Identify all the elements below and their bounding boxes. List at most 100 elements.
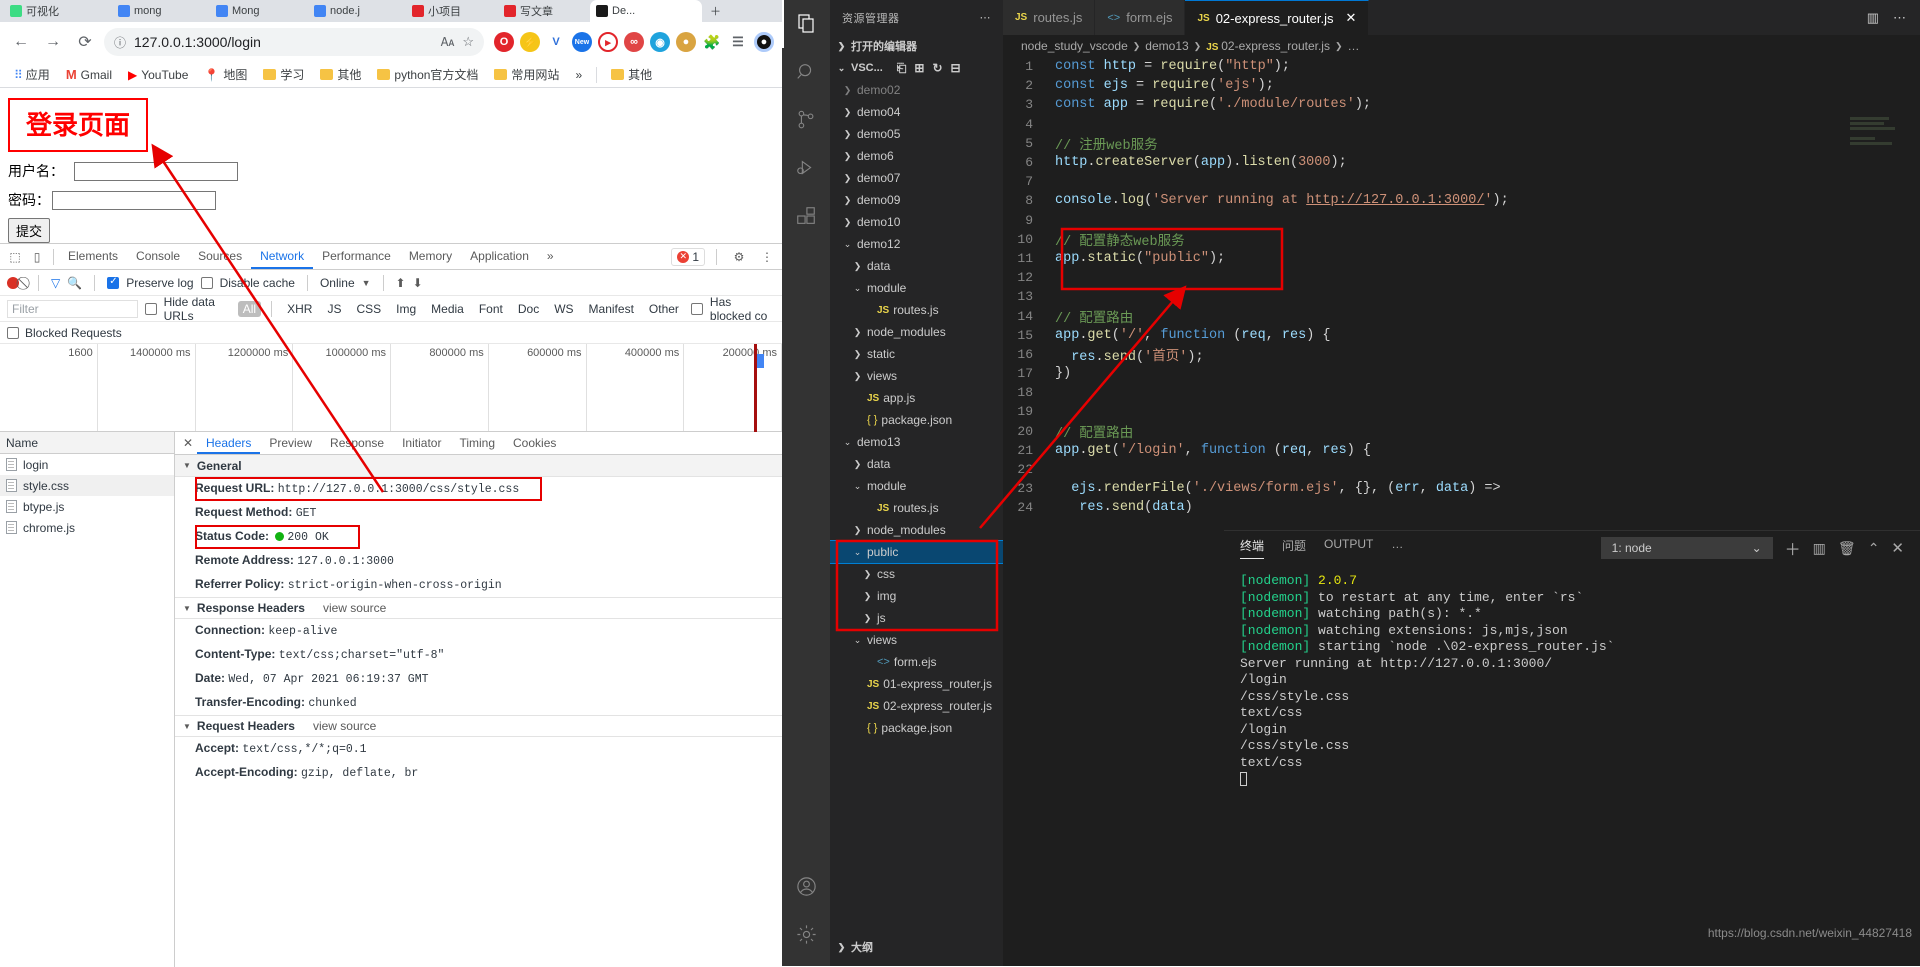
filter-type-xhr[interactable]: XHR xyxy=(282,301,317,317)
tree-folder[interactable]: ❯ data xyxy=(830,453,1003,475)
translate-icon[interactable]: 🗛 xyxy=(441,35,455,50)
tree-file[interactable]: <> form.ejs xyxy=(830,651,1003,673)
terminal-output[interactable]: [nodemon] 2.0.7 [nodemon] to restart at a… xyxy=(1224,565,1920,788)
password-input[interactable] xyxy=(52,190,216,210)
devtools-tab[interactable]: Application xyxy=(461,244,538,269)
breadcrumb-item[interactable]: demo13 xyxy=(1145,39,1188,53)
tree-folder[interactable]: ❯ js xyxy=(830,607,1003,629)
browser-tab[interactable]: 小项目 xyxy=(406,0,502,22)
blocked-requests-checkbox[interactable] xyxy=(7,326,19,339)
detail-tab[interactable]: Initiator xyxy=(393,432,450,454)
breadcrumb-item[interactable]: JS 02-express_router.js xyxy=(1206,39,1330,53)
tree-folder[interactable]: ⌄ demo13 xyxy=(830,431,1003,453)
close-icon[interactable]: ✕ xyxy=(1891,539,1904,557)
inspect-element-icon[interactable]: ⬚ xyxy=(4,246,26,268)
devtools-tab[interactable]: Memory xyxy=(400,244,461,269)
bookmark-item[interactable]: 学习 xyxy=(257,64,310,85)
account-icon[interactable] xyxy=(782,862,830,910)
detail-tab[interactable]: Timing xyxy=(450,432,504,454)
tree-file[interactable]: { } package.json xyxy=(830,717,1003,739)
new-tab-button[interactable]: ＋ xyxy=(704,0,730,22)
panel-tab[interactable]: … xyxy=(1391,537,1403,559)
view-source-link[interactable]: view source xyxy=(323,601,386,615)
code-editor[interactable]: 1 const http = require("http"); 2 const ejs… xyxy=(1003,57,1920,530)
editor-tab[interactable]: <> form.ejs xyxy=(1095,0,1186,35)
filter-type-other[interactable]: Other xyxy=(644,301,684,317)
filter-type-media[interactable]: Media xyxy=(426,301,469,317)
throttling-select[interactable]: Online xyxy=(320,276,355,290)
new-badge-icon[interactable]: New xyxy=(572,32,592,52)
tree-folder[interactable]: ❯ demo6 xyxy=(830,145,1003,167)
bookmark-item[interactable]: M Gmail xyxy=(60,65,118,84)
info-circle-icon[interactable]: ⓘ xyxy=(114,34,126,51)
files-icon[interactable] xyxy=(782,0,830,48)
tree-folder[interactable]: ❯ demo10 xyxy=(830,211,1003,233)
panel-tab[interactable]: 终端 xyxy=(1240,537,1265,559)
flash-icon[interactable]: ⚡ xyxy=(520,32,540,52)
tree-folder[interactable]: ⌄ module xyxy=(830,475,1003,497)
settings-gear-icon[interactable] xyxy=(782,910,830,958)
error-badge[interactable]: ✕ 1 xyxy=(671,247,705,266)
tree-file[interactable]: JS app.js xyxy=(830,387,1003,409)
preserve-log-checkbox[interactable] xyxy=(107,276,120,289)
circle-icon[interactable]: ▸ xyxy=(598,32,618,52)
infinity-icon[interactable]: ∞ xyxy=(624,32,644,52)
back-arrow-icon[interactable]: ← xyxy=(8,29,34,55)
devtools-tab[interactable]: Performance xyxy=(313,244,400,269)
detail-tab[interactable]: Preview xyxy=(260,432,321,454)
tree-folder[interactable]: ❯ demo02 xyxy=(830,79,1003,101)
cookie-icon[interactable]: ● xyxy=(676,32,696,52)
collapse-all-icon[interactable]: ⊟ xyxy=(951,61,961,76)
devtools-tab[interactable]: Elements xyxy=(59,244,127,269)
response-headers-header[interactable]: ▼ Response Headers view source xyxy=(175,597,782,619)
hide-data-urls-checkbox[interactable] xyxy=(144,302,157,315)
reload-icon[interactable]: ⟳ xyxy=(72,29,98,55)
request-row[interactable]: btype.js xyxy=(0,496,174,517)
chevron-up-icon[interactable]: ⌃ xyxy=(1868,540,1880,557)
breadcrumb-item[interactable]: node_study_vscode xyxy=(1021,39,1128,53)
filter-type-manifest[interactable]: Manifest xyxy=(584,301,639,317)
new-file-icon[interactable]: ⎗ xyxy=(897,61,907,76)
tree-file[interactable]: { } package.json xyxy=(830,409,1003,431)
ellipsis-icon[interactable]: ⋯ xyxy=(980,11,992,24)
tree-folder[interactable]: ❯ node_modules xyxy=(830,519,1003,541)
browser-tab[interactable]: 写文章 xyxy=(498,0,594,22)
breadcrumb-item[interactable]: … xyxy=(1348,39,1360,53)
run-debug-icon[interactable] xyxy=(782,144,830,192)
search-icon[interactable]: 🔍 xyxy=(67,276,82,290)
bookmark-item[interactable]: 常用网站 xyxy=(488,64,565,85)
tree-file[interactable]: JS routes.js xyxy=(830,497,1003,519)
panel-tab[interactable]: 问题 xyxy=(1282,537,1306,559)
browser-tab[interactable]: De... xyxy=(590,0,702,22)
filter-type-ws[interactable]: WS xyxy=(549,301,578,317)
devtools-tab[interactable]: » xyxy=(538,244,563,269)
editor-tab[interactable]: JS routes.js xyxy=(1003,0,1096,35)
refresh-icon[interactable]: ↻ xyxy=(932,61,942,76)
filter-type-doc[interactable]: Doc xyxy=(513,301,544,317)
request-headers-header[interactable]: ▼ Request Headers view source xyxy=(175,715,782,737)
tree-folder[interactable]: ❯ demo09 xyxy=(830,189,1003,211)
filter-type-js[interactable]: JS xyxy=(322,301,346,317)
playlist-icon[interactable]: ☰ xyxy=(728,32,748,52)
view-source-link[interactable]: view source xyxy=(313,719,376,733)
forward-arrow-icon[interactable]: → xyxy=(40,29,66,55)
tree-folder[interactable]: ❯ demo04 xyxy=(830,101,1003,123)
detail-tab[interactable]: Headers xyxy=(197,432,261,454)
add-terminal-icon[interactable]: ＋ xyxy=(1785,536,1801,560)
tree-folder[interactable]: ❯ views xyxy=(830,365,1003,387)
request-row[interactable]: chrome.js xyxy=(0,517,174,538)
device-toolbar-icon[interactable]: ▯ xyxy=(26,246,48,268)
tree-folder[interactable]: ❯ node_modules xyxy=(830,321,1003,343)
filter-type-all[interactable]: All xyxy=(237,300,262,317)
submit-button[interactable]: 提交 xyxy=(8,218,51,243)
settings-gear-icon[interactable]: ⚙ xyxy=(728,246,750,268)
tree-file[interactable]: JS 02-express_router.js xyxy=(830,695,1003,717)
tree-folder[interactable]: ❯ css xyxy=(830,563,1003,585)
devtools-tab[interactable]: Sources xyxy=(189,244,251,269)
new-folder-icon[interactable]: ⊞ xyxy=(914,61,924,76)
bookmark-item[interactable]: 其他 xyxy=(605,64,658,85)
workspace-section[interactable]: ⌄ VSC... ⎗ ⊞ ↻ ⊟ xyxy=(830,57,1003,79)
bookmark-item[interactable]: 其他 xyxy=(314,64,367,85)
bookmark-item[interactable]: ⠿ 应用 xyxy=(8,64,56,85)
record-icon[interactable] xyxy=(7,276,19,289)
